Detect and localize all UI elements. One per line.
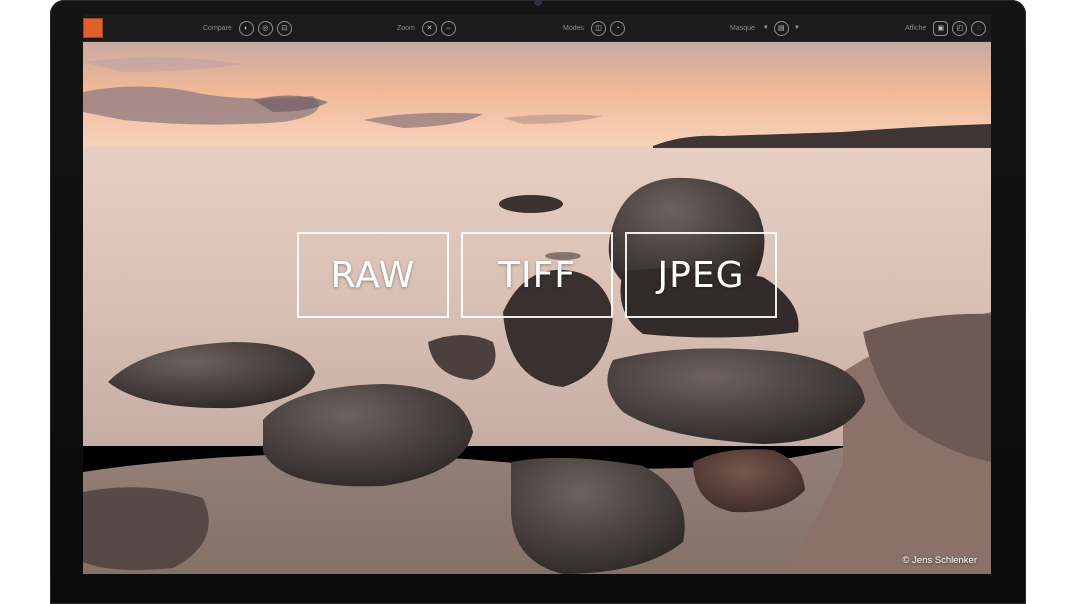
masque-grid-icon[interactable]: ▤ — [773, 20, 789, 36]
zoom-group: Zoom ✕ ⇔ — [397, 14, 456, 42]
app-screen: Compare ◐ ◎ ⊡ Zoom ✕ ⇔ Modes ◫ ◔ Masque … — [83, 14, 991, 574]
compare-label: Compare — [203, 24, 232, 32]
masque-label: Masque — [730, 24, 755, 32]
masque-dropdown-icon[interactable]: ▼ — [763, 25, 769, 31]
affiche-label: Affiche — [905, 24, 927, 32]
format-raw-label: RAW — [297, 232, 449, 318]
display-panel-icon[interactable]: ◰ — [952, 20, 968, 36]
format-tiff-label: TIFF — [461, 232, 613, 318]
masque-options-icon[interactable]: ▼ — [794, 25, 800, 31]
mode-layout-icon[interactable]: ◫ — [591, 20, 607, 36]
compare-split-icon[interactable]: ◐ — [238, 20, 254, 36]
laptop-device: Compare ◐ ◎ ⊡ Zoom ✕ ⇔ Modes ◫ ◔ Masque … — [50, 0, 1026, 604]
zoom-full-icon[interactable]: ⇔ — [440, 20, 456, 36]
display-window-icon[interactable]: ▣ — [933, 20, 949, 36]
affiche-group: Affiche ▣ ◰ ◌ — [905, 14, 987, 42]
compare-group: Compare ◐ ◎ ⊡ — [203, 14, 292, 42]
compare-circle-icon[interactable]: ◎ — [257, 20, 273, 36]
webcam-icon — [534, 0, 542, 6]
format-jpeg-label: JPEG — [625, 232, 777, 318]
top-toolbar: Compare ◐ ◎ ⊡ Zoom ✕ ⇔ Modes ◫ ◔ Masque … — [83, 14, 991, 42]
app-logo[interactable] — [83, 18, 103, 38]
masque-group: Masque ▼ ▤ ▼ — [730, 14, 801, 42]
mode-rotate-icon[interactable]: ◔ — [610, 20, 626, 36]
modes-label: Modes — [563, 24, 585, 32]
modes-group: Modes ◫ ◔ — [563, 14, 626, 42]
zoom-fit-icon[interactable]: ✕ — [421, 20, 437, 36]
display-fullscreen-icon[interactable]: ◌ — [971, 20, 987, 36]
format-labels: RAW TIFF JPEG — [297, 232, 777, 318]
compare-frame-icon[interactable]: ⊡ — [276, 20, 292, 36]
photo-credit: © Jens Schlenker — [902, 555, 977, 566]
zoom-label: Zoom — [397, 24, 415, 32]
